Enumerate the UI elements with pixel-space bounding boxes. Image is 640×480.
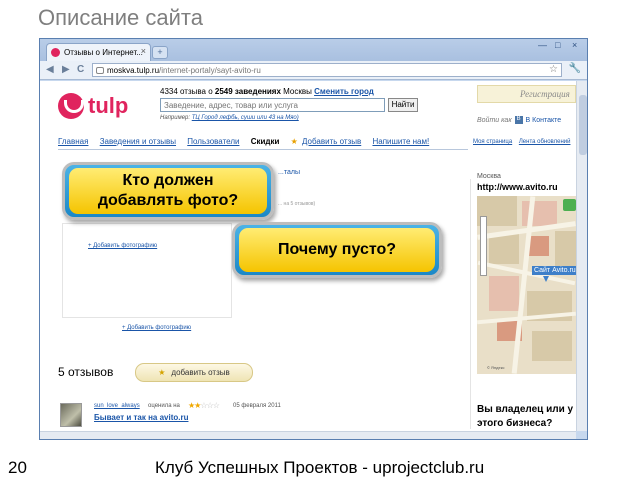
back-icon[interactable]: ◀ — [46, 64, 54, 75]
rating-stars: ★★☆☆☆ — [188, 401, 220, 410]
tulp-logo-icon — [58, 93, 84, 119]
logo-text: tulp — [88, 93, 129, 118]
new-tab-button[interactable]: + — [152, 46, 168, 59]
nav-item-places[interactable]: Заведения и отзывы — [100, 137, 176, 146]
tulp-favicon-icon — [51, 48, 60, 57]
owner-prompt[interactable]: Вы владелец или у этого бизнеса? — [477, 403, 573, 431]
map-marker-icon[interactable] — [563, 199, 576, 211]
tab-close-icon[interactable]: × — [141, 46, 146, 56]
count-bold: 2549 заведениях — [214, 87, 281, 96]
scroll-thumb[interactable] — [579, 95, 587, 155]
add-review-label: добавить отзыв — [171, 368, 230, 377]
user-nav: Моя страница Лента обновлений — [473, 139, 575, 145]
vertical-scrollbar[interactable] — [576, 81, 587, 431]
change-city-link[interactable]: Сменить город — [314, 87, 374, 96]
review-date: 05 февраля 2011 — [233, 403, 281, 409]
page-icon — [96, 67, 104, 74]
review-title[interactable]: Бывает и так на avito.ru — [94, 413, 188, 422]
search-button[interactable]: Найти — [388, 98, 418, 112]
add-photo-link-secondary[interactable]: + Добавить фотографию — [122, 325, 191, 331]
forward-icon[interactable]: ▶ — [62, 64, 70, 75]
nav-item-users[interactable]: Пользователи — [187, 137, 239, 146]
map-zoom-slider[interactable] — [480, 216, 487, 276]
map-copyright: © Яндекс — [487, 365, 505, 370]
tab-title: Отзывы о Интернет... — [64, 48, 143, 57]
bookmark-star-icon[interactable]: ☆ — [549, 64, 558, 75]
hint-prefix: Например: — [160, 115, 191, 121]
callout-who-adds-photo: Кто должен добавлять фото? — [62, 162, 274, 220]
nav-updates-feed[interactable]: Лента обновлений — [519, 139, 571, 145]
slide-number: 20 — [8, 458, 27, 477]
map-label: Сайт Avito.ru — [532, 266, 576, 275]
reviews-count: 5 отзывов — [58, 365, 114, 379]
login-line: Войти как B В Контакте — [477, 116, 561, 124]
wrench-icon[interactable]: 🔧 — [569, 63, 581, 74]
browser-toolbar: ◀ ▶ C moskva.tulp.ru/internet-portaly/sa… — [40, 61, 587, 80]
url-path: /internet-portaly/sayt-avito-ru — [159, 66, 261, 75]
browser-tab[interactable]: Отзывы о Интернет... × — [46, 43, 151, 61]
maximize-icon[interactable]: □ — [555, 40, 560, 50]
add-review-star-icon: ★ — [290, 137, 298, 146]
nav-my-page[interactable]: Моя страница — [473, 139, 512, 145]
avatar[interactable] — [60, 403, 82, 427]
tab-bar: Отзывы о Интернет... × + — □ × — [40, 39, 587, 61]
map-city: Москва — [477, 173, 501, 180]
hint-links[interactable]: ТЦ Город лефбь, суши или 43 на Мяо) — [192, 115, 299, 121]
owner-prompt-line1: Вы владелец или у — [477, 404, 574, 415]
location-map[interactable]: Сайт Avito.ru © Яндекс — [477, 196, 576, 374]
review-item: sun_love_always оценила на ★★☆☆☆ 05 февр… — [58, 401, 468, 431]
slide-title: Описание сайта — [38, 5, 203, 30]
count-prefix: 4334 отзыва о — [160, 87, 213, 96]
reload-icon[interactable]: C — [77, 64, 84, 75]
star-icon: ★ — [158, 368, 166, 377]
nav-item-discounts[interactable]: Скидки — [251, 137, 280, 146]
main-nav: Главная Заведения и отзывы Пользователи … — [58, 137, 438, 146]
breadcrumb-link[interactable]: ...талы — [278, 169, 300, 176]
callout-who-line1: Кто должен — [122, 172, 214, 189]
horizontal-scrollbar[interactable] — [40, 431, 576, 439]
login-prefix: Войти как — [477, 116, 512, 124]
review-count-line: 4334 отзыва о 2549 заведениях Москвы Сме… — [160, 87, 374, 96]
rating-stars-filled: ★★ — [188, 401, 201, 410]
search-hint: Например: ТЦ Город лефбь, суши или 43 на… — [160, 115, 299, 121]
nav-item-write-us[interactable]: Напишите нам! — [372, 137, 429, 146]
owner-prompt-line2: этого бизнеса? — [477, 418, 553, 429]
callout-who-line2: добавлять фото? — [97, 192, 239, 209]
nav-item-add-review[interactable]: Добавить отзыв — [302, 137, 361, 146]
nav-divider — [58, 149, 468, 150]
rating-stars-empty: ☆☆☆ — [200, 401, 219, 410]
column-divider — [470, 179, 471, 429]
url-host: moskva.tulp.ru — [107, 66, 160, 75]
window-close-icon[interactable]: × — [572, 40, 577, 50]
address-bar[interactable]: moskva.tulp.ru/internet-portaly/sayt-avi… — [92, 63, 562, 77]
slide-footer: Клуб Успешных Проектов - uprojectclub.ru — [155, 458, 485, 477]
search-input[interactable] — [160, 98, 385, 112]
tulp-logo[interactable]: tulp — [58, 91, 148, 121]
map-pin-icon — [543, 276, 549, 282]
add-review-button[interactable]: ★ добавить отзыв — [135, 363, 253, 382]
vk-icon: B — [514, 116, 523, 124]
add-photo-link[interactable]: + Добавить фотографию — [88, 243, 157, 249]
photo-placeholder — [62, 223, 232, 318]
callout-why-text: Почему пусто? — [277, 241, 397, 258]
rating-note: ... на 5 отзывов) — [278, 201, 316, 207]
vk-login-link[interactable]: В Контакте — [526, 117, 562, 124]
register-button[interactable]: Регистрация — [477, 85, 576, 103]
review-username[interactable]: sun_love_always — [94, 403, 140, 409]
minimize-icon[interactable]: — — [538, 40, 547, 50]
count-city: Москвы — [283, 87, 312, 96]
site-url[interactable]: http://www.avito.ru — [477, 182, 558, 192]
nav-item-home[interactable]: Главная — [58, 137, 88, 146]
review-rated-label: оценила на — [148, 403, 180, 409]
callout-why-empty: Почему пусто? — [232, 222, 442, 278]
